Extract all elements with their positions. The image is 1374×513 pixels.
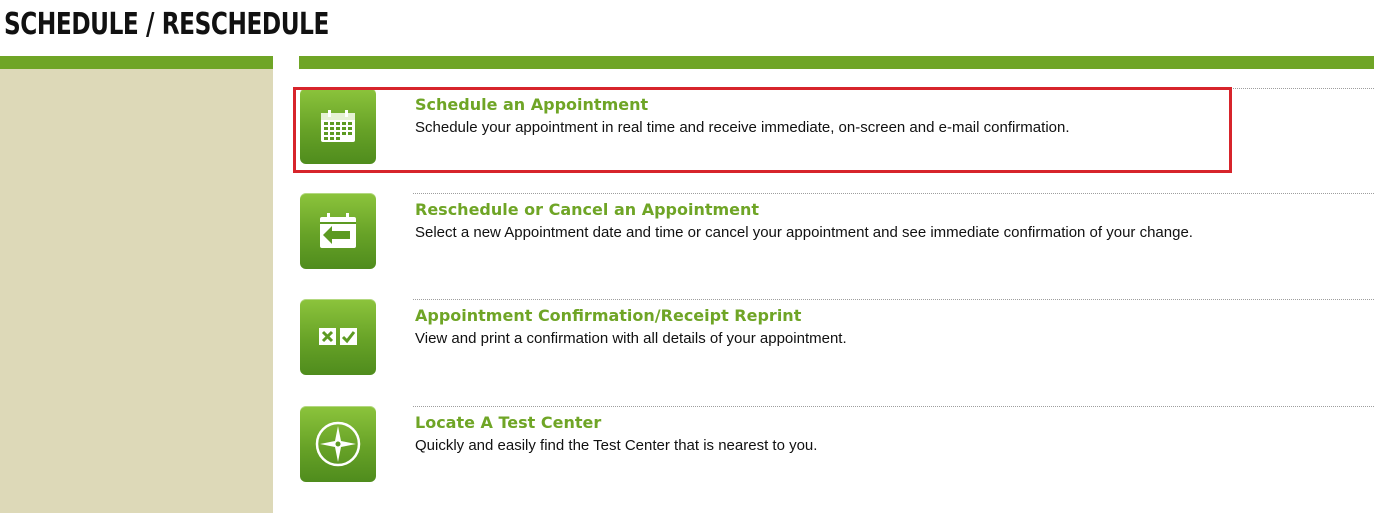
option-confirmation-reprint[interactable]: Appointment Confirmation/Receipt Reprint… (299, 299, 1374, 379)
highlight-box (293, 87, 1232, 173)
reschedule-cancel-tile[interactable] (300, 193, 376, 269)
option-separator (413, 406, 1374, 407)
checkbox-icon (319, 328, 357, 345)
calendar-arrow-icon (320, 213, 356, 248)
page-title: Schedule / Reschedule (4, 7, 329, 42)
option-reschedule-cancel[interactable]: Reschedule or Cancel an Appointment Sele… (299, 193, 1374, 273)
compass-icon (315, 421, 361, 467)
option-locate-test-center[interactable]: Locate A Test Center Quickly and easily … (299, 406, 1374, 486)
reschedule-cancel-description: Select a new Appointment date and time o… (415, 224, 1193, 241)
locate-test-center-description: Quickly and easily find the Test Center … (415, 437, 818, 454)
header-rule-left (0, 56, 273, 69)
confirmation-reprint-tile[interactable] (300, 299, 376, 375)
reschedule-cancel-link[interactable]: Reschedule or Cancel an Appointment (415, 200, 759, 219)
sidebar (0, 69, 273, 513)
confirmation-reprint-link[interactable]: Appointment Confirmation/Receipt Reprint (415, 306, 801, 325)
option-separator (413, 299, 1374, 300)
locate-test-center-link[interactable]: Locate A Test Center (415, 413, 601, 432)
locate-test-center-tile[interactable] (300, 406, 376, 482)
option-separator (413, 193, 1374, 194)
header-rule-right (299, 56, 1374, 69)
confirmation-reprint-description: View and print a confirmation with all d… (415, 330, 847, 347)
